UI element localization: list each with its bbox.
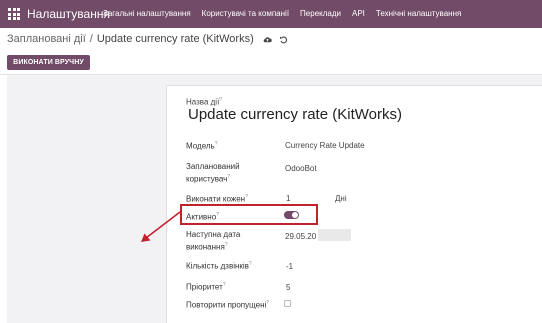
menu-item-api[interactable]: API xyxy=(352,9,365,18)
annotation-arrow-icon xyxy=(141,211,181,242)
interval-unit-select[interactable]: Дні xyxy=(335,194,347,203)
help-mark[interactable]: ? xyxy=(266,300,269,306)
calls-label: Кількість дзвінків? xyxy=(186,259,252,272)
repeat-missed-checkbox[interactable] xyxy=(284,300,291,307)
next-date-label-line2: виконання xyxy=(186,242,225,252)
next-date-label: Наступна дата виконання? xyxy=(186,229,240,253)
help-mark[interactable]: ? xyxy=(225,242,228,248)
app-title[interactable]: Налаштування xyxy=(27,7,110,21)
help-mark[interactable]: ? xyxy=(227,174,230,180)
priority-field[interactable]: 5 xyxy=(286,283,290,292)
help-mark[interactable]: ? xyxy=(215,141,218,147)
calls-label-text: Кількість дзвінків xyxy=(186,261,249,271)
repeat-missed-label: Повторити пропущені? xyxy=(186,298,269,311)
calls-field[interactable]: -1 xyxy=(286,262,293,271)
top-menu: Загальні налаштування Користувачі та ком… xyxy=(103,9,472,18)
breadcrumb-parent[interactable]: Заплановані дії xyxy=(7,33,86,45)
apps-menu-icon[interactable] xyxy=(8,8,20,20)
model-field[interactable]: Currency Rate Update xyxy=(285,141,365,150)
interval-number-field[interactable]: 1 xyxy=(286,194,290,203)
repeat-missed-label-text: Повторити пропущені xyxy=(186,300,267,310)
scheduled-user-label-line1: Запланований xyxy=(186,162,240,171)
scheduled-user-field[interactable]: OdooBot xyxy=(285,164,317,173)
priority-label-text: Пріоритет xyxy=(186,282,223,292)
next-date-field[interactable]: 29.05.20 xyxy=(285,232,316,241)
discard-icon[interactable] xyxy=(279,35,288,44)
scheduled-user-label: Запланований користувач? xyxy=(186,161,240,185)
run-manually-button[interactable]: ВИКОНАТИ ВРУЧНУ xyxy=(7,55,90,70)
help-mark[interactable]: ? xyxy=(245,194,248,200)
menu-item-translations[interactable]: Переклади xyxy=(300,9,341,18)
redacted-area xyxy=(318,229,351,241)
breadcrumb-current: Update currency rate (KitWorks) xyxy=(96,33,254,45)
next-date-label-line1: Наступна дата xyxy=(186,230,241,239)
help-mark[interactable]: ? xyxy=(249,261,252,267)
priority-label: Пріоритет? xyxy=(186,280,226,293)
menu-item-general-settings[interactable]: Загальні налаштування xyxy=(103,9,191,18)
menu-item-users-companies[interactable]: Користувачі та компанії xyxy=(202,9,289,18)
save-cloud-icon[interactable] xyxy=(263,35,272,44)
breadcrumb: Заплановані дії / Update currency rate (… xyxy=(7,33,288,45)
scheduled-user-label-line2: користувач xyxy=(186,174,228,184)
model-label-text: Модель xyxy=(186,141,215,151)
top-navbar: Налаштування Загальні налаштування Корис… xyxy=(0,0,542,28)
help-mark[interactable]: ? xyxy=(223,282,226,288)
help-mark[interactable]: ? xyxy=(219,97,222,103)
action-name-field[interactable]: Update currency rate (KitWorks) xyxy=(188,106,402,123)
menu-item-technical[interactable]: Технічні налаштування xyxy=(376,9,461,18)
interval-label-text: Виконати кожен xyxy=(186,194,246,204)
active-highlight-box xyxy=(180,204,318,225)
breadcrumb-separator: / xyxy=(89,33,93,45)
model-label: Модель? xyxy=(186,139,218,152)
interval-label: Виконати кожен? xyxy=(186,192,248,205)
